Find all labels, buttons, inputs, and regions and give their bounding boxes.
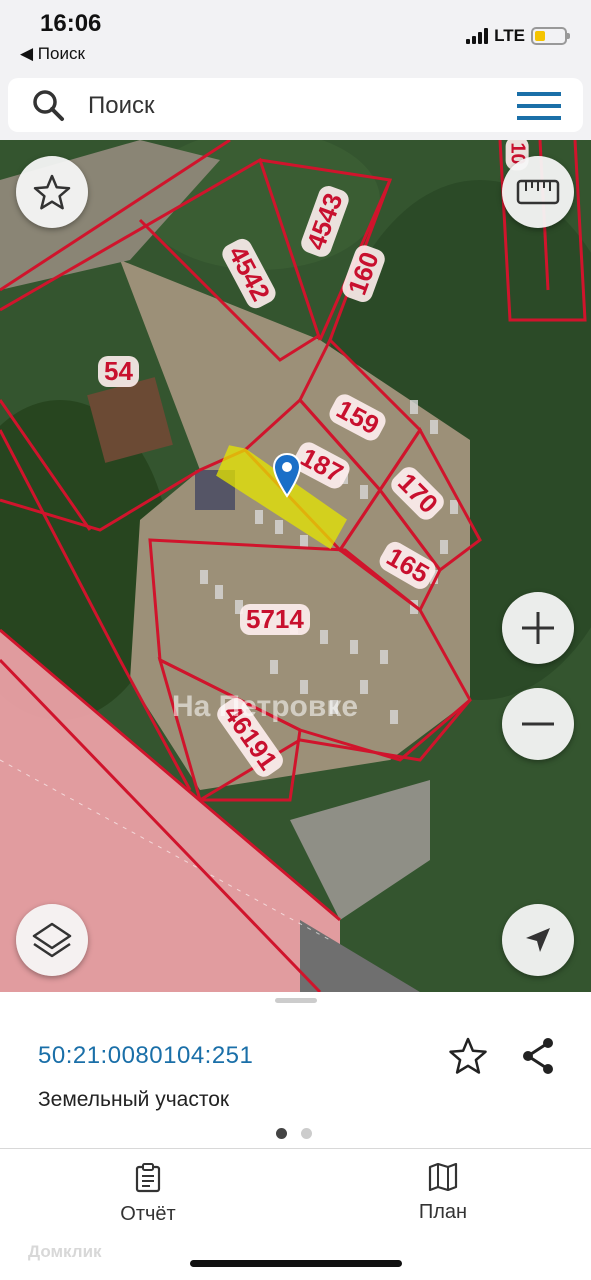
tab-report-label: Отчёт xyxy=(120,1203,176,1225)
parcel-label: 54 xyxy=(98,356,139,387)
tab-report[interactable]: Отчёт xyxy=(88,1163,208,1226)
page-dot xyxy=(276,1128,287,1139)
zoom-in-button[interactable] xyxy=(502,592,574,664)
search-input[interactable]: Поиск xyxy=(8,78,583,132)
clipboard-icon xyxy=(135,1163,161,1193)
home-indicator[interactable] xyxy=(190,1260,402,1267)
page-indicator xyxy=(276,1128,312,1139)
map-canvas xyxy=(0,140,591,992)
add-favorite-star-icon[interactable] xyxy=(448,1036,488,1076)
status-indicators: LTE xyxy=(466,24,570,48)
parcel-info-sheet: 50:21:0080104:251 Земельный участок Отчё… xyxy=(0,992,591,1280)
ruler-icon xyxy=(516,179,560,205)
status-bar: 16:06 ◀ Поиск LTE xyxy=(0,0,591,70)
network-type: LTE xyxy=(494,26,525,45)
location-arrow-icon xyxy=(526,928,550,952)
ruler-button[interactable] xyxy=(502,156,574,228)
object-type: Земельный участок xyxy=(38,1088,230,1111)
parcel-label: 5714 xyxy=(240,604,310,635)
share-icon[interactable] xyxy=(520,1036,556,1076)
hamburger-menu-icon[interactable] xyxy=(517,90,561,122)
layers-button[interactable] xyxy=(16,904,88,976)
zoom-out-button[interactable] xyxy=(502,688,574,760)
search-area: Поиск xyxy=(0,70,591,140)
cadastral-map[interactable]: 4542 4543 160 54 159 187 170 165 5714 46… xyxy=(0,140,591,992)
status-time: 16:06 xyxy=(40,10,102,37)
cadastral-number[interactable]: 50:21:0080104:251 xyxy=(38,1042,253,1070)
back-to-search-link[interactable]: ◀ Поиск xyxy=(20,44,85,64)
signal-icon xyxy=(466,28,489,44)
map-watermark: На Петровке xyxy=(172,690,359,723)
search-placeholder: Поиск xyxy=(88,92,155,119)
sheet-drag-handle[interactable] xyxy=(275,998,317,1003)
tab-plan-label: План xyxy=(418,1201,468,1223)
tab-plan[interactable]: План xyxy=(383,1163,503,1224)
page-dot xyxy=(301,1128,312,1139)
brand-watermark: Домклик xyxy=(28,1242,102,1261)
plus-icon xyxy=(522,612,554,644)
star-icon xyxy=(33,174,71,210)
favorite-map-button[interactable] xyxy=(16,156,88,228)
search-icon xyxy=(33,90,64,121)
map-icon xyxy=(428,1163,458,1191)
battery-icon xyxy=(531,27,570,45)
minus-icon xyxy=(522,722,554,726)
layers-icon xyxy=(32,922,72,958)
location-pin-icon[interactable] xyxy=(272,452,302,498)
my-location-button[interactable] xyxy=(502,904,574,976)
